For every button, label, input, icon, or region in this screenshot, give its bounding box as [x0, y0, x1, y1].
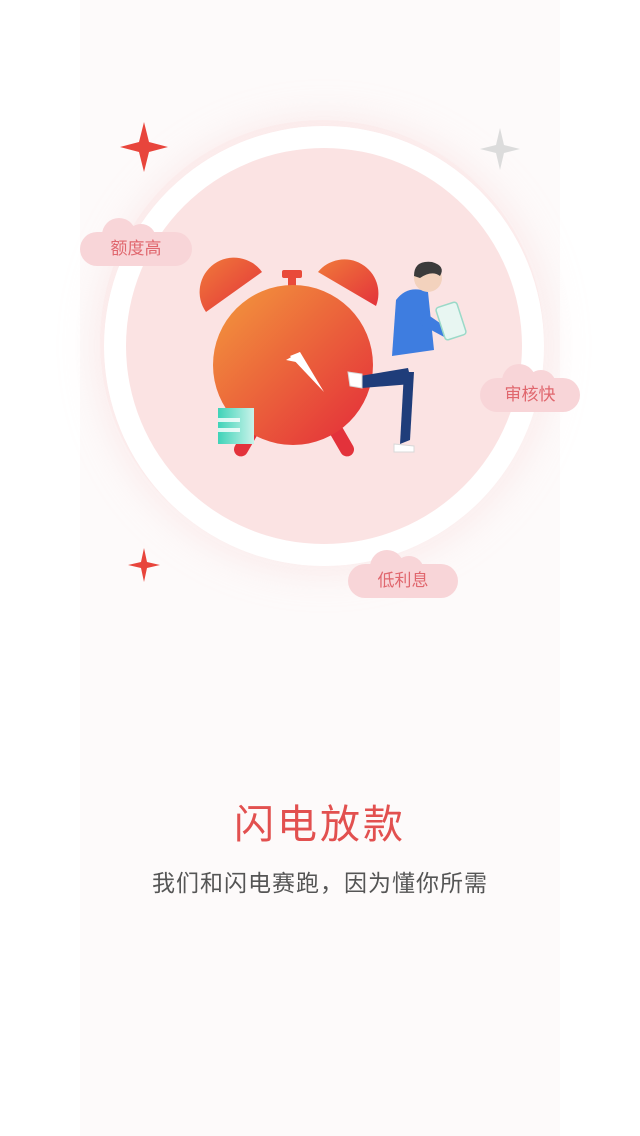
tag-label: 审核快 [504, 385, 556, 405]
page-title: 闪电放款 [234, 802, 406, 848]
hero-illustration: 额度高 审核快 低利息 [0, 0, 640, 640]
onboarding-screen: 额度高 审核快 低利息 闪电放款 我们和闪电赛跑，因为懂你所需 [0, 0, 640, 1136]
clock-artwork [199, 257, 467, 457]
tag-cloud-fast-review: 审核快 [480, 364, 580, 412]
tag-label: 额度高 [110, 239, 162, 259]
tag-cloud-low-interest: 低利息 [348, 550, 458, 598]
money-bill-icon [218, 408, 254, 444]
tag-label: 低利息 [377, 571, 429, 591]
page-subtitle: 我们和闪电赛跑，因为懂你所需 [152, 871, 488, 897]
tag-cloud-high-limit: 额度高 [80, 218, 192, 266]
